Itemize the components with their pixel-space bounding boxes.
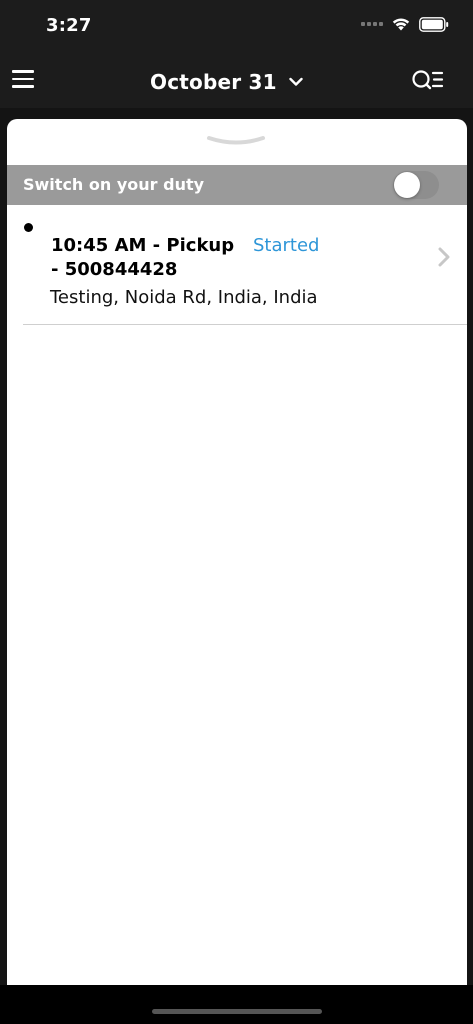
bottom-sheet: Switch on your duty 10:45 AM - Pickup St… bbox=[7, 119, 467, 985]
cellular-signal-icon bbox=[361, 22, 383, 26]
job-id: - 500844428 bbox=[51, 259, 178, 280]
date-selector-button[interactable]: October 31 bbox=[150, 68, 303, 96]
chevron-down-icon bbox=[289, 77, 303, 86]
sheet-drag-handle-icon[interactable] bbox=[205, 133, 267, 147]
bullet-dot bbox=[24, 223, 33, 232]
status-bar: 3:27 bbox=[0, 0, 473, 50]
job-list-item[interactable]: 10:45 AM - Pickup Started - 500844428 Te… bbox=[23, 205, 467, 325]
status-time: 3:27 bbox=[46, 15, 92, 36]
status-icons bbox=[361, 16, 449, 32]
date-label: October 31 bbox=[150, 70, 277, 94]
duty-toggle-bar: Switch on your duty bbox=[7, 165, 467, 205]
navigation-bar: October 31 bbox=[0, 50, 473, 108]
job-time-type: 10:45 AM - Pickup bbox=[51, 235, 235, 256]
wifi-icon bbox=[392, 18, 410, 31]
home-indicator[interactable] bbox=[152, 1009, 322, 1014]
home-indicator-area bbox=[0, 985, 473, 1024]
chevron-right-icon bbox=[438, 247, 450, 267]
duty-toggle-switch[interactable] bbox=[393, 171, 439, 199]
toggle-knob bbox=[394, 172, 420, 198]
search-list-icon[interactable] bbox=[411, 67, 445, 93]
hamburger-menu-icon bbox=[12, 70, 34, 73]
duty-label: Switch on your duty bbox=[23, 175, 205, 194]
job-status-badge: Started bbox=[253, 235, 320, 256]
menu-button[interactable] bbox=[12, 66, 38, 92]
battery-icon bbox=[419, 16, 449, 32]
job-address: Testing, Noida Rd, India, India bbox=[50, 287, 318, 308]
